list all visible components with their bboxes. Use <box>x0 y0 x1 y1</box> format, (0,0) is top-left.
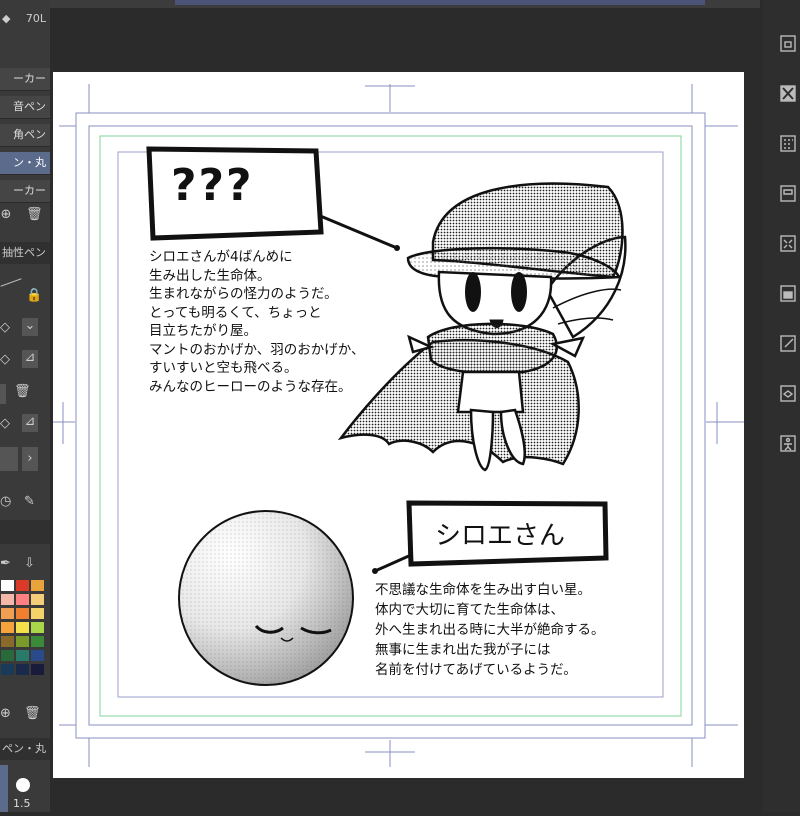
title-box-2-text: シロエさん <box>435 521 566 551</box>
clear-layer-icon[interactable] <box>780 85 796 102</box>
stroke-preview <box>0 278 22 287</box>
document-tab[interactable] <box>175 0 705 5</box>
description-1: シロエさんが4ばんめに 生み出した生命体。 生まれながらの怪力のようだ。 とって… <box>149 248 364 396</box>
desc-2-line: 外へ生まれ出る時に大半が絶命する。 <box>375 622 605 638</box>
input-field[interactable] <box>0 384 6 404</box>
color-swatch[interactable] <box>16 650 29 661</box>
color-swatch[interactable] <box>1 580 14 591</box>
color-swatch[interactable] <box>31 622 44 633</box>
color-swatch[interactable] <box>31 608 44 619</box>
color-swatch[interactable] <box>1 664 14 675</box>
property-title: 抽性ペン <box>2 246 46 259</box>
desc-2-line: 不思議な生命体を生み出す白い星。 <box>375 582 591 598</box>
color-palette[interactable] <box>0 580 45 680</box>
chevron-right-icon[interactable]: › <box>22 447 38 471</box>
desc-1-line: みんなのヒーローのような存在。 <box>149 378 352 395</box>
right-toolbar-icons <box>780 35 796 452</box>
pose-icon[interactable] <box>780 435 796 452</box>
desc-2-line: 名前を付けてあげているようだ。 <box>375 662 577 678</box>
white-star-ball <box>178 510 354 686</box>
color-swatch[interactable] <box>31 636 44 647</box>
desc-1-line: シロエさんが4ばんめに <box>149 249 293 265</box>
tool-property-header: 抽性ペン <box>0 242 50 264</box>
color-swatch[interactable] <box>16 580 29 591</box>
brush-item-2[interactable]: 角ペン <box>0 124 50 147</box>
color-swatch[interactable] <box>16 608 29 619</box>
tone-icon[interactable] <box>780 135 796 152</box>
color-swatch[interactable] <box>1 608 14 619</box>
desc-1-line: すいすいと空も飛べる。 <box>149 360 298 376</box>
input-field[interactable] <box>0 447 18 471</box>
color-swatch[interactable] <box>31 580 44 591</box>
layer-property-icon[interactable] <box>780 35 796 52</box>
fill-icon[interactable] <box>780 285 796 302</box>
desc-2-line: 無事に生まれ出た我が子には <box>375 642 551 658</box>
color-swatch[interactable] <box>31 664 44 675</box>
brush-label: 音ペン <box>13 100 46 113</box>
edit-icon[interactable] <box>780 335 796 352</box>
history-icon[interactable]: ◷ <box>0 494 11 509</box>
bottom-brush-header: ペン・丸 <box>0 738 50 760</box>
eyedropper-icon[interactable]: ✒ <box>0 556 11 571</box>
brush-item-3[interactable]: ン・丸 <box>0 152 50 175</box>
brush-size-dot[interactable] <box>16 778 30 792</box>
brush-label: ーカー <box>13 184 46 197</box>
canvas-paper[interactable]: ??? シロエさんが4ばんめに 生み出した生命体。 生まれながらの怪力のようだ。… <box>53 72 744 778</box>
desc-1-line: マントのおかげか、羽のおかげか、 <box>149 341 365 358</box>
brush-label: ン・丸 <box>13 156 46 169</box>
brush-label: 角ペン <box>13 128 46 141</box>
trash-icon[interactable]: 🗑 <box>24 706 41 721</box>
pen-icon: ◆ <box>2 12 11 25</box>
lock-icon[interactable]: 🔒 <box>26 288 42 303</box>
add-brush-icon[interactable]: ⊕ <box>0 207 12 222</box>
desc-1-line: 生まれながらの怪力のようだ。 <box>149 286 338 302</box>
brush-size-label: 70L <box>25 12 46 25</box>
bottom-brush-label: ペン・丸 <box>2 742 46 755</box>
brush-label: ーカー <box>13 72 46 85</box>
color-swatch[interactable] <box>1 650 14 661</box>
title-box-1-text: ??? <box>171 160 254 211</box>
import-icon[interactable]: ⇩ <box>24 556 35 571</box>
3d-icon[interactable] <box>780 385 796 402</box>
desc-1-line: とっても明るくて、ちょっと <box>149 304 322 321</box>
hero-character <box>337 182 627 472</box>
brush-size-header: ◆ 70L <box>0 6 50 32</box>
pressure-icon[interactable]: ⊿ <box>22 414 38 432</box>
stepper-icon[interactable]: ◇ <box>0 416 10 431</box>
frame-icon[interactable] <box>780 185 796 202</box>
description-2: 不思議な生命体を生み出す白い星。 体内で大切に育てた生命体は、 外へ生まれ出る時… <box>375 580 605 680</box>
right-toolbar <box>762 0 800 812</box>
trash-icon[interactable]: 🗑 <box>26 207 43 222</box>
chevron-down-icon[interactable]: ⌄ <box>22 318 38 336</box>
brush-item-4[interactable]: ーカー <box>0 180 50 203</box>
brush-item-1[interactable]: 音ペン <box>0 96 50 119</box>
wrench-icon[interactable]: ✎ <box>24 494 35 509</box>
color-swatch[interactable] <box>1 594 14 605</box>
color-swatch[interactable] <box>31 594 44 605</box>
color-swatch[interactable] <box>16 636 29 647</box>
desc-2-line: 体内で大切に育てた生命体は、 <box>375 602 564 618</box>
brush-size-selected[interactable] <box>0 765 8 812</box>
stepper-icon[interactable]: ◇ <box>0 320 10 335</box>
color-swatch[interactable] <box>1 622 14 633</box>
brush-item-0[interactable]: ーカー <box>0 68 50 91</box>
color-swatch[interactable] <box>16 664 29 675</box>
desc-1-line: 生み出した生命体。 <box>149 267 271 284</box>
color-swatch[interactable] <box>31 650 44 661</box>
color-swatch[interactable] <box>16 594 29 605</box>
color-swatch[interactable] <box>1 636 14 647</box>
add-color-icon[interactable]: ⊕ <box>0 706 11 721</box>
transform-icon[interactable] <box>780 235 796 252</box>
pressure-icon[interactable]: ⊿ <box>22 350 38 368</box>
color-swatch[interactable] <box>16 622 29 633</box>
stepper-icon[interactable]: ◇ <box>0 352 10 367</box>
desc-1-line: 目立ちたがり屋。 <box>149 323 257 339</box>
left-tool-panel: ◆ 70L ーカー 音ペン 角ペン ン・丸 ーカー ⊕ 🗑 抽性ペン 🔒 ◇ ⌄… <box>0 0 50 812</box>
trash-icon[interactable]: 🗑 <box>14 384 31 399</box>
panel-divider <box>0 520 50 544</box>
brush-size-value: 1.5 <box>13 797 31 810</box>
